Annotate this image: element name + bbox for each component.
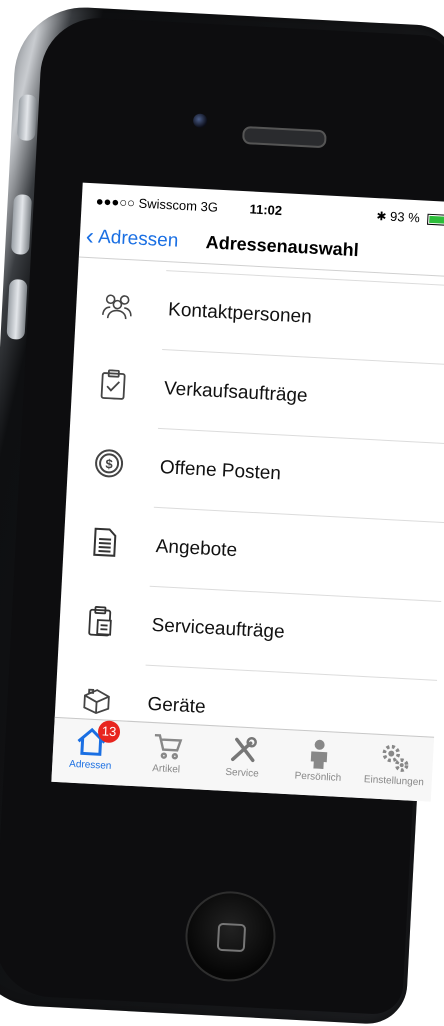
device-box-icon (81, 684, 113, 716)
front-camera (192, 113, 208, 129)
back-label: Adressen (97, 226, 179, 252)
list-item-serviceauftraege[interactable]: Serviceaufträge (88, 586, 442, 681)
list-item-label: Offene Posten (159, 457, 282, 485)
clock: 11:02 (249, 201, 283, 219)
dollar-coin-icon: $ (93, 448, 125, 480)
earpiece-speaker (241, 125, 327, 149)
svg-text:$: $ (105, 456, 114, 471)
tab-einstellungen[interactable]: Einstellungen (355, 734, 434, 802)
app-screen: ●●●○○ Swisscom 3G 11:02 ✱ 93 % ‹ Adresse… (51, 182, 444, 802)
battery-icon (427, 213, 444, 227)
home-square-icon (216, 922, 247, 953)
chevron-left-icon: ‹ (85, 222, 95, 251)
mute-switch (16, 94, 38, 142)
clipboard-check-icon (97, 369, 129, 401)
tab-label: Adressen (68, 758, 112, 772)
page-title: Adressenauswahl (205, 232, 360, 261)
tab-label: Persönlich (294, 770, 342, 784)
list-item-kontaktpersonen[interactable]: Kontaktpersonen (102, 271, 444, 366)
home-button[interactable] (183, 889, 278, 984)
menu-list: Kontaktpersonen Verkaufsaufträge $ Offen… (54, 258, 444, 760)
list-item-offene-posten[interactable]: $ Offene Posten (95, 428, 444, 524)
tab-adressen[interactable]: 13 Adressen (51, 718, 130, 786)
bluetooth-icon: ✱ (376, 209, 387, 224)
cart-icon (129, 728, 207, 764)
tab-label: Service (225, 766, 259, 780)
list-item-label: Geräte (146, 693, 207, 718)
tools-icon (204, 732, 282, 768)
battery-percent: 93 % (389, 208, 421, 226)
document-icon (89, 527, 121, 559)
list-item-angebote[interactable]: Angebote (93, 507, 444, 602)
list-item-label: Angebote (155, 535, 238, 562)
volume-up-button (10, 194, 33, 255)
battery-status: ✱ 93 % (376, 208, 444, 227)
phone-body: ●●●○○ Swisscom 3G 11:02 ✱ 93 % ‹ Adresse… (0, 15, 444, 1016)
tab-persoenlich[interactable]: Persönlich (279, 730, 358, 798)
tab-artikel[interactable]: Artikel (127, 722, 206, 790)
person-icon (280, 736, 358, 772)
list-item-verkaufsauftraege[interactable]: Verkaufsaufträge (100, 350, 444, 445)
list-item-label: Verkaufsaufträge (163, 378, 309, 407)
list-item-label: Serviceaufträge (151, 614, 286, 643)
tab-service[interactable]: Service (203, 726, 282, 794)
volume-down-button (6, 278, 28, 340)
back-button[interactable]: ‹ Adressen (85, 223, 179, 256)
clipboard-doc-icon (85, 605, 117, 637)
carrier-label: ●●●○○ Swisscom 3G (95, 193, 219, 215)
tab-label: Einstellungen (363, 774, 425, 789)
gears-icon (356, 740, 434, 776)
iphone-device: ●●●○○ Swisscom 3G 11:02 ✱ 93 % ‹ Adresse… (0, 4, 444, 1026)
people-group-icon (102, 290, 134, 322)
list-item-label: Kontaktpersonen (167, 299, 313, 328)
tab-label: Artikel (151, 763, 181, 776)
